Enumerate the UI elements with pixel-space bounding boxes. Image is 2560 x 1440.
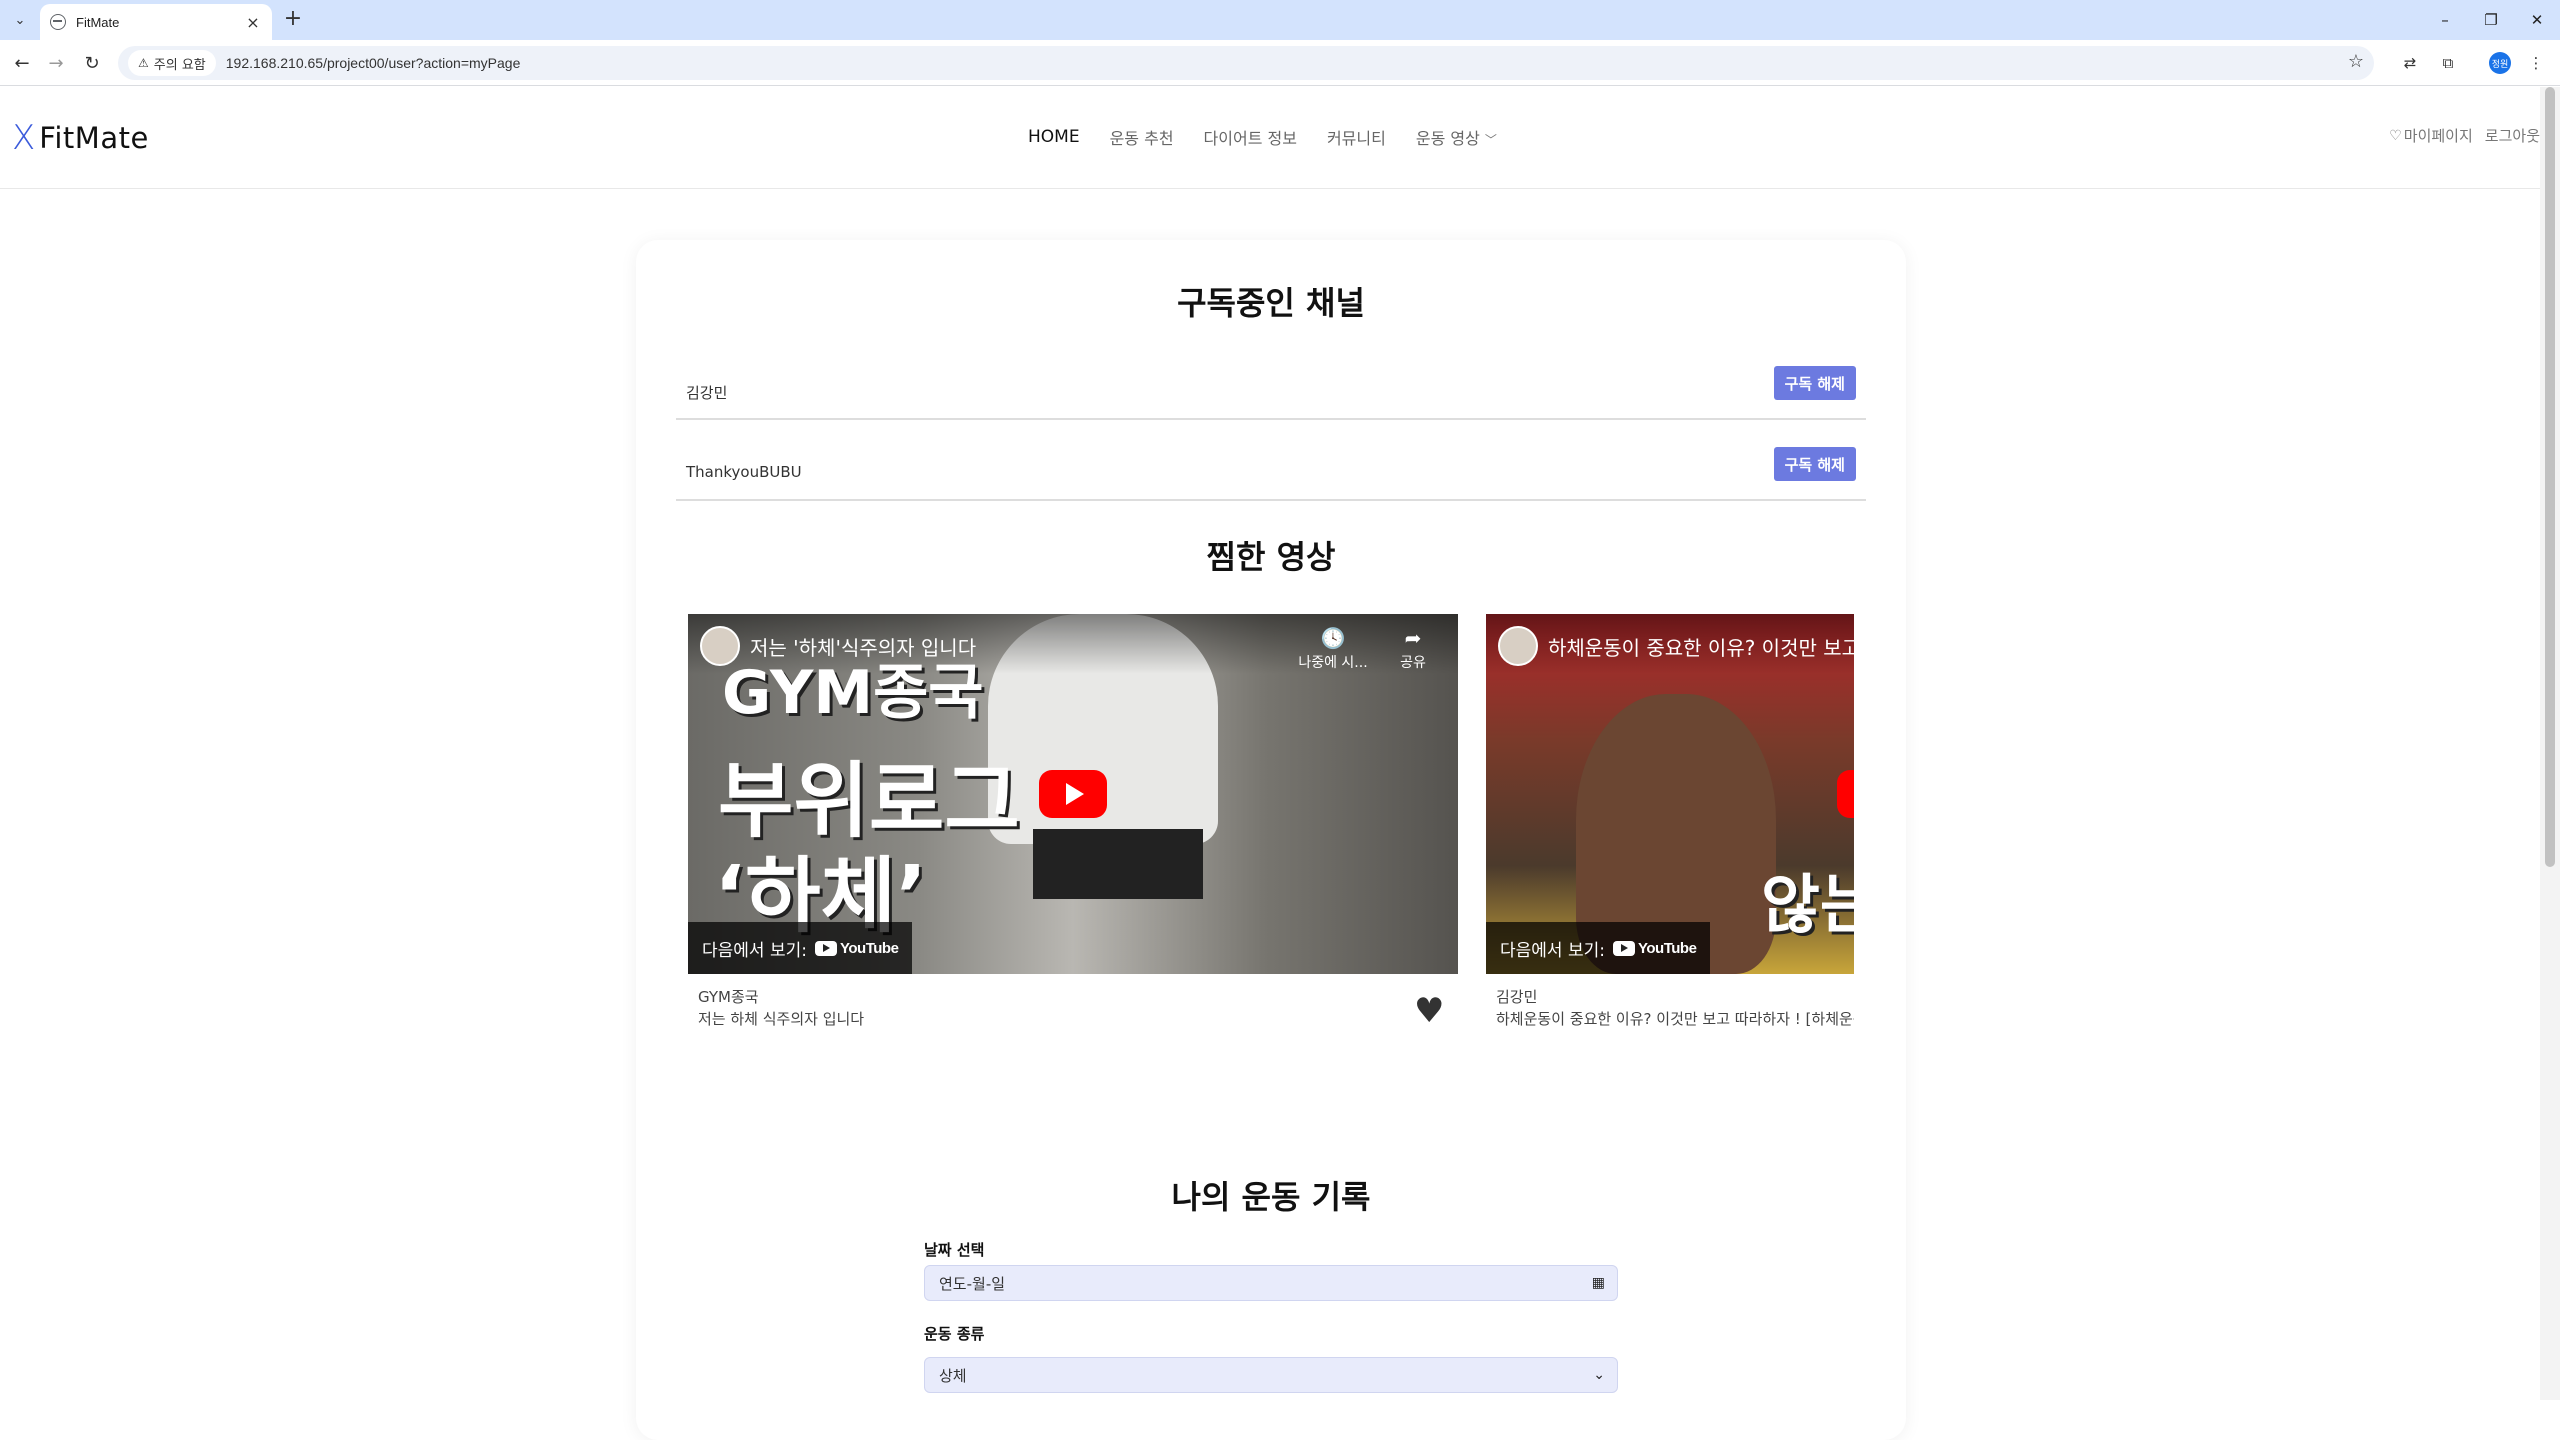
logout-link[interactable]: 로그아웃	[2485, 125, 2540, 146]
security-chip[interactable]: ⚠ 주의 요함	[128, 50, 216, 76]
chevron-down-icon: ⌄	[1593, 1367, 1605, 1383]
video-meta: 김강민 하체운동이 중요한 이유? 이것만 보고 따라하자 ! [하체운동	[1496, 986, 1854, 1030]
watch-later-button[interactable]: 🕓 나중에 시...	[1298, 626, 1368, 672]
unsubscribe-button[interactable]: 구독 해제	[1773, 447, 1856, 481]
subscription-row: 김강민 구독 해제	[676, 364, 1866, 420]
video-player[interactable]: 저는 '하체'식주의자 입니다 🕓 나중에 시... ➦ 공유 GYM종국 부위…	[688, 614, 1458, 974]
nav-exercise-video-label: 운동 영상	[1415, 129, 1480, 148]
watch-on-youtube[interactable]: 다음에서 보기: YouTube	[688, 922, 913, 974]
window-controls: – ❐ ✕	[2422, 0, 2560, 40]
share-arrow-icon: ➦	[1404, 626, 1422, 650]
page-scrollbar[interactable]	[2540, 87, 2560, 1400]
video-player[interactable]: 하체운동이 중요한 이유? 이것만 보고 따 않는 다음에서 보기: YouTu…	[1486, 614, 1854, 974]
new-tab-button[interactable]: +	[280, 7, 306, 33]
mypage-card: 구독중인 채널 김강민 구독 해제 ThankyouBUBU 구독 해제 찜한 …	[636, 240, 1906, 1440]
favorites-title: 찜한 영상	[1206, 538, 1336, 576]
forward-arrow-icon[interactable]: →	[42, 49, 70, 77]
browser-toolbar: ← → ↻ ⚠ 주의 요함 192.168.210.65/project00/u…	[0, 40, 2560, 86]
heart-outline-icon: ♡	[2389, 127, 2402, 144]
translate-icon[interactable]: ⇄	[2396, 49, 2424, 77]
records-title: 나의 운동 기록	[1171, 1178, 1371, 1216]
video-channel: GYM종국	[698, 988, 759, 1006]
exercise-type-value: 상체	[939, 1366, 967, 1385]
nav-community[interactable]: 커뮤니티	[1327, 125, 1386, 149]
nav-diet-info[interactable]: 다이어트 정보	[1204, 125, 1297, 149]
channel-name: 김강민	[686, 384, 728, 402]
calendar-icon[interactable]: ▦	[1592, 1275, 1605, 1291]
youtube-logo: YouTube	[1612, 939, 1697, 957]
exercise-type-label: 운동 종류	[924, 1325, 985, 1343]
watch-on-youtube[interactable]: 다음에서 보기: YouTube	[1486, 922, 1711, 974]
date-placeholder: 연도-월-일	[939, 1274, 1006, 1293]
scrollbar-thumb[interactable]	[2545, 87, 2555, 867]
tab-list-button[interactable]: ⌄	[8, 8, 32, 32]
watch-on-label: 다음에서 보기:	[1500, 940, 1605, 961]
back-arrow-icon[interactable]: ←	[8, 49, 36, 77]
bookmark-star-icon[interactable]: ☆	[2348, 51, 2364, 72]
video-description: 하체운동이 중요한 이유? 이것만 보고 따라하자 ! [하체운동	[1496, 1010, 1854, 1028]
subscription-row: ThankyouBUBU 구독 해제	[676, 445, 1866, 501]
youtube-play-icon	[814, 940, 837, 956]
main-nav: HOME 운동 추천 다이어트 정보 커뮤니티 운동 영상 ﹀	[1028, 125, 1527, 149]
share-label: 공유	[1400, 655, 1426, 671]
browser-tab-active[interactable]: FitMate ×	[40, 4, 272, 40]
unsubscribe-button[interactable]: 구독 해제	[1773, 366, 1856, 400]
address-bar[interactable]: ⚠ 주의 요함 192.168.210.65/project00/user?ac…	[118, 46, 2374, 80]
video-description: 저는 하체 식주의자 입니다	[698, 1010, 865, 1028]
share-button[interactable]: ➦ 공유	[1378, 626, 1448, 672]
youtube-brand: YouTube	[1637, 939, 1697, 957]
exercise-type-select[interactable]: 상체 ⌄	[924, 1357, 1618, 1393]
restore-icon[interactable]: ❐	[2468, 0, 2514, 40]
clock-icon: 🕓	[1320, 626, 1346, 650]
heart-filled-icon[interactable]: ♥	[1414, 994, 1444, 1028]
security-label: 주의 요함	[153, 57, 206, 73]
video-channel: 김강민	[1496, 988, 1538, 1006]
close-window-icon[interactable]: ✕	[2514, 0, 2560, 40]
favorite-videos-row: 저는 '하체'식주의자 입니다 🕓 나중에 시... ➦ 공유 GYM종국 부위…	[688, 614, 1854, 1054]
date-label: 날짜 선택	[924, 1241, 985, 1259]
user-nav: ♡ 마이페이지 로그아웃	[2389, 125, 2540, 146]
nav-exercise-video[interactable]: 운동 영상 ﹀	[1416, 125, 1497, 149]
watch-on-label: 다음에서 보기:	[702, 940, 807, 961]
site-header: X FitMate HOME 운동 추천 다이어트 정보 커뮤니티 운동 영상 ﹀…	[0, 87, 2540, 189]
nav-home[interactable]: HOME	[1028, 127, 1080, 147]
mypage-link[interactable]: 마이페이지	[2404, 125, 2473, 146]
logo-mark: X	[12, 118, 36, 158]
extensions-icon[interactable]: ⧉	[2434, 49, 2462, 77]
avatar: 정원	[2489, 52, 2511, 74]
browser-tabstrip: ⌄ FitMate × + – ❐ ✕	[0, 0, 2560, 40]
date-input[interactable]: 연도-월-일 ▦	[924, 1265, 1618, 1301]
channel-name: ThankyouBUBU	[686, 463, 802, 481]
video-card: 저는 '하체'식주의자 입니다 🕓 나중에 시... ➦ 공유 GYM종국 부위…	[688, 614, 1458, 1028]
play-button[interactable]	[1837, 770, 1854, 818]
video-frame-shorts	[1033, 829, 1203, 899]
video-meta: GYM종국 저는 하체 식주의자 입니다	[698, 986, 864, 1030]
channel-avatar	[1498, 626, 1538, 666]
youtube-play-icon	[1612, 940, 1635, 956]
warning-icon: ⚠	[138, 56, 149, 70]
watch-later-label: 나중에 시...	[1298, 655, 1368, 671]
profile-button[interactable]: 정원	[2486, 49, 2514, 77]
youtube-brand: YouTube	[839, 939, 899, 957]
thumbnail-text: GYM종국	[722, 658, 984, 728]
url-text[interactable]: 192.168.210.65/project00/user?action=myP…	[226, 55, 521, 71]
minimize-icon[interactable]: –	[2422, 0, 2468, 40]
thumbnail-text: 않는	[1761, 869, 1854, 943]
tab-title: FitMate	[76, 14, 120, 30]
video-overlay-title[interactable]: 하체운동이 중요한 이유? 이것만 보고 따	[1548, 632, 1854, 661]
youtube-logo: YouTube	[814, 939, 899, 957]
reload-icon[interactable]: ↻	[78, 49, 106, 77]
subscriptions-title: 구독중인 채널	[1177, 284, 1365, 322]
video-card: 하체운동이 중요한 이유? 이것만 보고 따 않는 다음에서 보기: YouTu…	[1486, 614, 1854, 1028]
more-menu-icon[interactable]: ⋮	[2522, 49, 2550, 77]
nav-exercise-recommend[interactable]: 운동 추천	[1110, 125, 1174, 149]
logo-text: FitMate	[39, 121, 149, 155]
chevron-down-icon: ﹀	[1484, 133, 1497, 147]
play-button[interactable]	[1039, 770, 1107, 818]
site-logo[interactable]: X FitMate	[12, 121, 149, 155]
close-tab-icon[interactable]: ×	[244, 13, 262, 32]
globe-icon	[50, 14, 66, 30]
